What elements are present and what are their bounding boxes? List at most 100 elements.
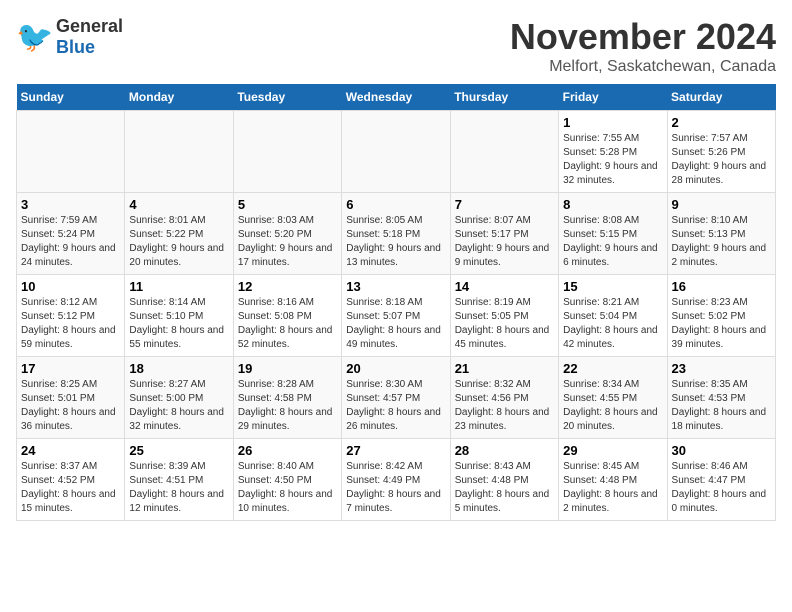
day-number: 10 [21, 279, 120, 294]
day-number: 21 [455, 361, 554, 376]
day-of-week-header: Wednesday [342, 84, 450, 111]
day-number: 26 [238, 443, 337, 458]
calendar-week-row: 1 Sunrise: 7:55 AMSunset: 5:28 PMDayligh… [17, 111, 776, 193]
day-info: Sunrise: 7:55 AMSunset: 5:28 PMDaylight:… [563, 132, 662, 188]
day-of-week-header: Saturday [667, 84, 775, 111]
day-number: 11 [129, 279, 228, 294]
day-of-week-header: Thursday [450, 84, 558, 111]
day-of-week-header: Friday [559, 84, 667, 111]
day-number: 22 [563, 361, 662, 376]
calendar-cell: 27 Sunrise: 8:42 AMSunset: 4:49 PMDaylig… [342, 439, 450, 521]
day-info: Sunrise: 8:45 AMSunset: 4:48 PMDaylight:… [563, 460, 662, 516]
month-year-title: November 2024 [510, 16, 776, 58]
day-number: 23 [672, 361, 771, 376]
day-number: 19 [238, 361, 337, 376]
day-info: Sunrise: 7:59 AMSunset: 5:24 PMDaylight:… [21, 214, 120, 270]
day-info: Sunrise: 8:34 AMSunset: 4:55 PMDaylight:… [563, 378, 662, 434]
calendar-cell: 22 Sunrise: 8:34 AMSunset: 4:55 PMDaylig… [559, 357, 667, 439]
day-info: Sunrise: 8:16 AMSunset: 5:08 PMDaylight:… [238, 296, 337, 352]
day-info: Sunrise: 8:08 AMSunset: 5:15 PMDaylight:… [563, 214, 662, 270]
day-info: Sunrise: 7:57 AMSunset: 5:26 PMDaylight:… [672, 132, 771, 188]
title-area: November 2024 Melfort, Saskatchewan, Can… [510, 16, 776, 76]
calendar-cell: 26 Sunrise: 8:40 AMSunset: 4:50 PMDaylig… [233, 439, 341, 521]
day-number: 25 [129, 443, 228, 458]
page-header: 🐦 General Blue November 2024 Melfort, Sa… [16, 16, 776, 76]
day-of-week-header: Sunday [17, 84, 125, 111]
day-info: Sunrise: 8:30 AMSunset: 4:57 PMDaylight:… [346, 378, 445, 434]
day-info: Sunrise: 8:42 AMSunset: 4:49 PMDaylight:… [346, 460, 445, 516]
day-info: Sunrise: 8:27 AMSunset: 5:00 PMDaylight:… [129, 378, 228, 434]
day-info: Sunrise: 8:01 AMSunset: 5:22 PMDaylight:… [129, 214, 228, 270]
calendar-cell: 3 Sunrise: 7:59 AMSunset: 5:24 PMDayligh… [17, 193, 125, 275]
day-number: 2 [672, 115, 771, 130]
day-info: Sunrise: 8:39 AMSunset: 4:51 PMDaylight:… [129, 460, 228, 516]
calendar-cell: 24 Sunrise: 8:37 AMSunset: 4:52 PMDaylig… [17, 439, 125, 521]
day-number: 12 [238, 279, 337, 294]
calendar-cell: 21 Sunrise: 8:32 AMSunset: 4:56 PMDaylig… [450, 357, 558, 439]
day-number: 6 [346, 197, 445, 212]
day-info: Sunrise: 8:10 AMSunset: 5:13 PMDaylight:… [672, 214, 771, 270]
day-number: 14 [455, 279, 554, 294]
calendar-cell: 11 Sunrise: 8:14 AMSunset: 5:10 PMDaylig… [125, 275, 233, 357]
day-number: 18 [129, 361, 228, 376]
calendar-cell: 1 Sunrise: 7:55 AMSunset: 5:28 PMDayligh… [559, 111, 667, 193]
day-info: Sunrise: 8:19 AMSunset: 5:05 PMDaylight:… [455, 296, 554, 352]
calendar-cell: 9 Sunrise: 8:10 AMSunset: 5:13 PMDayligh… [667, 193, 775, 275]
day-number: 8 [563, 197, 662, 212]
calendar-cell: 6 Sunrise: 8:05 AMSunset: 5:18 PMDayligh… [342, 193, 450, 275]
day-number: 16 [672, 279, 771, 294]
day-info: Sunrise: 8:32 AMSunset: 4:56 PMDaylight:… [455, 378, 554, 434]
logo-icon: 🐦 [16, 19, 52, 55]
day-info: Sunrise: 8:35 AMSunset: 4:53 PMDaylight:… [672, 378, 771, 434]
day-of-week-header: Monday [125, 84, 233, 111]
day-number: 20 [346, 361, 445, 376]
logo-blue-text: Blue [56, 37, 95, 57]
calendar-body: 1 Sunrise: 7:55 AMSunset: 5:28 PMDayligh… [17, 111, 776, 521]
calendar-cell: 13 Sunrise: 8:18 AMSunset: 5:07 PMDaylig… [342, 275, 450, 357]
day-number: 30 [672, 443, 771, 458]
calendar-cell [17, 111, 125, 193]
calendar-table: SundayMondayTuesdayWednesdayThursdayFrid… [16, 84, 776, 521]
day-info: Sunrise: 8:07 AMSunset: 5:17 PMDaylight:… [455, 214, 554, 270]
calendar-cell: 18 Sunrise: 8:27 AMSunset: 5:00 PMDaylig… [125, 357, 233, 439]
day-number: 1 [563, 115, 662, 130]
day-info: Sunrise: 8:46 AMSunset: 4:47 PMDaylight:… [672, 460, 771, 516]
day-info: Sunrise: 8:14 AMSunset: 5:10 PMDaylight:… [129, 296, 228, 352]
day-number: 29 [563, 443, 662, 458]
day-info: Sunrise: 8:05 AMSunset: 5:18 PMDaylight:… [346, 214, 445, 270]
calendar-cell [125, 111, 233, 193]
day-number: 13 [346, 279, 445, 294]
day-number: 7 [455, 197, 554, 212]
calendar-cell: 30 Sunrise: 8:46 AMSunset: 4:47 PMDaylig… [667, 439, 775, 521]
day-info: Sunrise: 8:21 AMSunset: 5:04 PMDaylight:… [563, 296, 662, 352]
day-number: 5 [238, 197, 337, 212]
day-number: 17 [21, 361, 120, 376]
calendar-cell: 2 Sunrise: 7:57 AMSunset: 5:26 PMDayligh… [667, 111, 775, 193]
day-info: Sunrise: 8:25 AMSunset: 5:01 PMDaylight:… [21, 378, 120, 434]
calendar-week-row: 10 Sunrise: 8:12 AMSunset: 5:12 PMDaylig… [17, 275, 776, 357]
calendar-week-row: 24 Sunrise: 8:37 AMSunset: 4:52 PMDaylig… [17, 439, 776, 521]
day-number: 9 [672, 197, 771, 212]
calendar-cell: 10 Sunrise: 8:12 AMSunset: 5:12 PMDaylig… [17, 275, 125, 357]
calendar-cell: 8 Sunrise: 8:08 AMSunset: 5:15 PMDayligh… [559, 193, 667, 275]
day-info: Sunrise: 8:43 AMSunset: 4:48 PMDaylight:… [455, 460, 554, 516]
day-number: 4 [129, 197, 228, 212]
calendar-cell: 5 Sunrise: 8:03 AMSunset: 5:20 PMDayligh… [233, 193, 341, 275]
day-info: Sunrise: 8:23 AMSunset: 5:02 PMDaylight:… [672, 296, 771, 352]
day-number: 24 [21, 443, 120, 458]
logo: 🐦 General Blue [16, 16, 123, 58]
day-number: 27 [346, 443, 445, 458]
day-info: Sunrise: 8:03 AMSunset: 5:20 PMDaylight:… [238, 214, 337, 270]
day-info: Sunrise: 8:37 AMSunset: 4:52 PMDaylight:… [21, 460, 120, 516]
calendar-cell: 14 Sunrise: 8:19 AMSunset: 5:05 PMDaylig… [450, 275, 558, 357]
calendar-cell: 19 Sunrise: 8:28 AMSunset: 4:58 PMDaylig… [233, 357, 341, 439]
day-number: 15 [563, 279, 662, 294]
calendar-cell: 12 Sunrise: 8:16 AMSunset: 5:08 PMDaylig… [233, 275, 341, 357]
day-of-week-header: Tuesday [233, 84, 341, 111]
calendar-cell [450, 111, 558, 193]
day-info: Sunrise: 8:12 AMSunset: 5:12 PMDaylight:… [21, 296, 120, 352]
calendar-cell [233, 111, 341, 193]
logo-general-text: General [56, 16, 123, 36]
day-info: Sunrise: 8:40 AMSunset: 4:50 PMDaylight:… [238, 460, 337, 516]
calendar-cell: 20 Sunrise: 8:30 AMSunset: 4:57 PMDaylig… [342, 357, 450, 439]
